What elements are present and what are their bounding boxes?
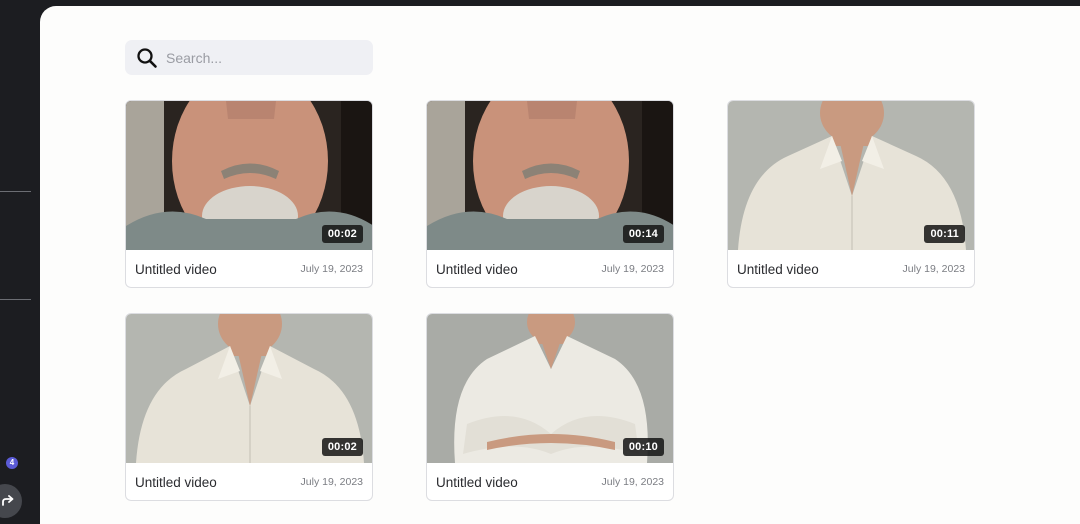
video-card[interactable]: 00:11 Untitled video July 19, 2023 (727, 100, 975, 288)
video-thumbnail: 00:02 (126, 101, 372, 250)
video-thumbnail: 00:10 (427, 314, 673, 463)
video-title: Untitled video (135, 474, 217, 490)
video-thumbnail: 00:02 (126, 314, 372, 463)
video-meta: Untitled video July 19, 2023 (728, 250, 974, 287)
video-card[interactable]: 00:02 Untitled video July 19, 2023 (125, 100, 373, 288)
video-title: Untitled video (436, 261, 518, 277)
video-meta: Untitled video July 19, 2023 (427, 250, 673, 287)
video-meta: Untitled video July 19, 2023 (126, 250, 372, 287)
sidebar-divider (0, 299, 31, 300)
video-title: Untitled video (737, 261, 819, 277)
video-title: Untitled video (135, 261, 217, 277)
sidebar-divider (0, 191, 31, 192)
video-meta: Untitled video July 19, 2023 (126, 463, 372, 500)
main-panel: 00:02 Untitled video July 19, 2023 00:14… (40, 6, 1080, 524)
video-date: July 19, 2023 (300, 476, 363, 488)
video-card[interactable]: 00:02 Untitled video July 19, 2023 (125, 313, 373, 501)
search-input[interactable] (166, 49, 356, 66)
video-thumbnail: 00:14 (427, 101, 673, 250)
video-date: July 19, 2023 (300, 263, 363, 275)
share-arrow-icon (2, 495, 14, 506)
share-button[interactable] (0, 484, 22, 518)
video-card[interactable]: 00:14 Untitled video July 19, 2023 (426, 100, 674, 288)
search-bar[interactable] (125, 40, 373, 75)
video-duration: 00:11 (924, 225, 965, 243)
video-date: July 19, 2023 (902, 263, 965, 275)
notification-badge: 4 (6, 457, 18, 469)
search-icon (137, 47, 157, 68)
video-date: July 19, 2023 (601, 263, 664, 275)
sidebar: 4 (0, 0, 40, 524)
video-title: Untitled video (436, 474, 518, 490)
video-card[interactable]: 00:10 Untitled video July 19, 2023 (426, 313, 674, 501)
video-duration: 00:02 (321, 225, 363, 243)
video-date: July 19, 2023 (601, 476, 664, 488)
video-duration: 00:02 (321, 438, 363, 456)
video-duration: 00:10 (622, 438, 664, 456)
video-thumbnail: 00:11 (728, 101, 974, 250)
video-meta: Untitled video July 19, 2023 (427, 463, 673, 500)
video-duration: 00:14 (622, 225, 664, 243)
